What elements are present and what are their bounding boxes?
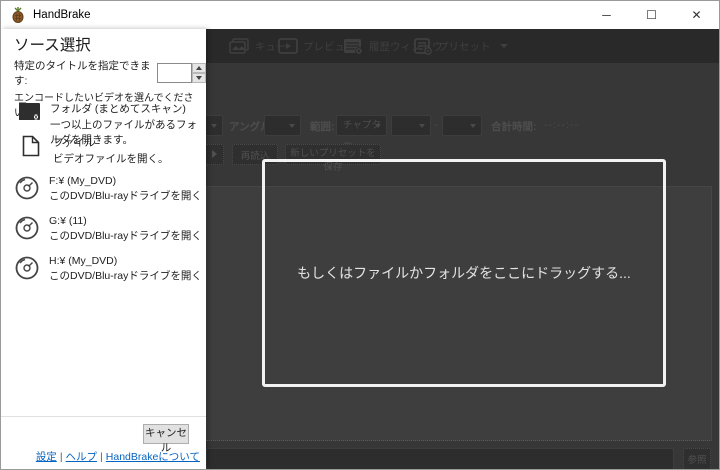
disc-icon xyxy=(14,255,40,283)
chevron-down-icon xyxy=(289,124,295,128)
triangle-up-icon xyxy=(196,66,202,70)
drive-g-text: G:¥ (11) このDVD/Blu-rayドライブを開く xyxy=(49,215,202,243)
duration-label: 合計時間: xyxy=(491,121,537,133)
presets-icon xyxy=(414,37,433,55)
disc-icon xyxy=(14,215,40,243)
open-folder-label: フォルダ (まとめてスキャン) xyxy=(50,103,186,115)
open-file-option[interactable]: ファイル ビデオファイルを開く。 xyxy=(18,135,169,166)
source-selection-panel: ソース選択 特定のタイトルを指定できます: エンコードしたいビデオを選んでくださ… xyxy=(1,29,206,469)
spin-up-button[interactable] xyxy=(192,63,206,73)
link-separator: | xyxy=(59,451,63,463)
chevron-down-icon xyxy=(419,124,425,128)
drag-drop-area[interactable]: もしくはファイルかフォルダをここにドラッグする... xyxy=(262,159,666,387)
settings-link[interactable]: 設定 xyxy=(36,451,57,463)
open-file-text: ファイル ビデオファイルを開く。 xyxy=(53,135,169,166)
maximize-button[interactable]: ☐ xyxy=(629,1,674,29)
triangle-down-icon xyxy=(196,76,202,80)
drive-g-label: G:¥ (11) xyxy=(49,215,87,227)
angle-dropdown[interactable] xyxy=(264,115,301,136)
open-file-label: ファイル xyxy=(53,137,95,149)
drive-f-desc: このDVD/Blu-rayドライブを開く xyxy=(49,190,202,202)
output-file-input[interactable] xyxy=(206,448,674,469)
cancel-button[interactable]: キャンセル xyxy=(143,424,189,454)
drive-h-label: H:¥ (My_DVD) xyxy=(49,255,118,267)
panel-title: ソース選択 xyxy=(14,37,91,54)
specific-title-row: 特定のタイトルを指定できます: xyxy=(14,58,206,88)
drive-f-text: F:¥ (My_DVD) このDVD/Blu-rayドライブを開く xyxy=(49,175,202,203)
close-button[interactable]: ✕ xyxy=(674,1,719,29)
range-dash: - xyxy=(434,119,438,131)
drive-h-desc: このDVD/Blu-rayドライブを開く xyxy=(49,270,202,282)
drive-g-desc: このDVD/Blu-rayドライブを開く xyxy=(49,230,202,242)
queue-icon xyxy=(229,37,250,55)
open-file-desc: ビデオファイルを開く。 xyxy=(53,153,169,165)
browse-button[interactable]: 参照 xyxy=(683,448,711,469)
specific-title-label: 特定のタイトルを指定できます: xyxy=(14,60,151,87)
drive-f-label: F:¥ (My_DVD) xyxy=(49,175,117,187)
spin-down-button[interactable] xyxy=(192,73,206,83)
help-link[interactable]: ヘルプ xyxy=(66,451,98,463)
file-icon xyxy=(18,135,44,166)
preset-arrow-button[interactable] xyxy=(205,144,224,165)
duration-value: --:--:-- xyxy=(544,119,579,131)
disc-icon xyxy=(14,175,40,203)
chapter-end-dropdown[interactable] xyxy=(442,115,482,136)
range-type-dropdown[interactable]: チャプター xyxy=(336,115,387,150)
handbrake-window: HandBrake ─ ☐ ✕ く キュー プレビュー xyxy=(0,0,720,470)
preview-icon xyxy=(278,38,298,54)
chapter-start-dropdown[interactable] xyxy=(391,115,431,136)
drive-f-option[interactable]: F:¥ (My_DVD) このDVD/Blu-rayドライブを開く xyxy=(14,175,202,203)
window-title: HandBrake xyxy=(33,9,91,21)
handbrake-logo-icon xyxy=(12,7,24,23)
about-link[interactable]: HandBrakeについて xyxy=(106,451,200,463)
range-label: 範囲: xyxy=(310,121,335,133)
drive-g-option[interactable]: G:¥ (11) このDVD/Blu-rayドライブを開く xyxy=(14,215,202,243)
window-controls: ─ ☐ ✕ xyxy=(584,1,719,29)
chevron-down-icon xyxy=(470,124,476,128)
drive-h-option[interactable]: H:¥ (My_DVD) このDVD/Blu-rayドライブを開く xyxy=(14,255,202,283)
titlebar: HandBrake ─ ☐ ✕ xyxy=(1,1,719,29)
drag-drop-message: もしくはファイルかフォルダをここにドラッグする... xyxy=(297,265,631,281)
presets-button[interactable]: プリセット xyxy=(414,29,508,63)
footer-links: 設定 | ヘルプ | HandBrakeについて xyxy=(36,449,200,464)
chevron-right-icon xyxy=(212,150,217,158)
chevron-down-icon xyxy=(499,44,508,48)
chevron-down-icon xyxy=(375,124,381,128)
minimize-button[interactable]: ─ xyxy=(584,1,629,29)
presets-label: プリセット xyxy=(438,40,491,53)
chevron-down-icon xyxy=(211,124,217,128)
log-window-icon xyxy=(343,38,364,55)
title-number-input[interactable] xyxy=(157,63,192,83)
panel-footer: キャンセル 設定 | ヘルプ | HandBrakeについて xyxy=(1,416,206,469)
title-number-spinner xyxy=(192,63,206,83)
drive-h-text: H:¥ (My_DVD) このDVD/Blu-rayドライブを開く xyxy=(49,255,202,283)
link-separator: | xyxy=(100,451,103,463)
